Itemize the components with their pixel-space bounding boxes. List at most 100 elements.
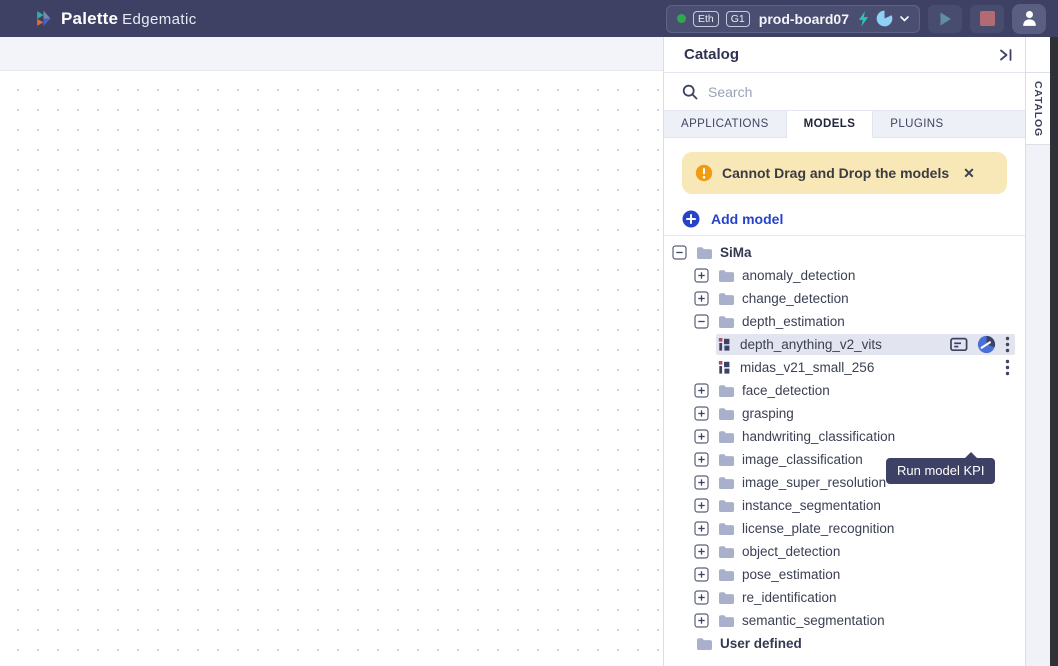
tree-row-content[interactable]: anomaly_detection <box>716 265 1015 286</box>
tree-item-label: change_detection <box>742 291 849 306</box>
tree-item-sima[interactable]: SiMa <box>664 241 1025 264</box>
warning-close-icon[interactable]: ✕ <box>963 165 975 182</box>
kebab-menu-icon[interactable] <box>1005 336 1010 353</box>
tree-item-label: image_super_resolution <box>742 475 886 490</box>
warning-banner: Cannot Drag and Drop the models ✕ <box>682 152 1007 194</box>
brand-suffix: Edgematic <box>122 11 196 28</box>
tree-row-content[interactable]: depth_anything_v2_vits <box>716 334 1015 355</box>
tree-expander[interactable] <box>694 452 709 467</box>
tree-row-content[interactable]: object_detection <box>716 541 1015 562</box>
folder-icon <box>718 499 735 513</box>
device-badge-eth: Eth <box>693 11 719 27</box>
chevron-down-icon[interactable] <box>900 16 909 22</box>
tree-item-object-detection[interactable]: object_detection <box>664 540 1025 563</box>
tree-item-anomaly-detection[interactable]: anomaly_detection <box>664 264 1025 287</box>
expand-plus-icon <box>694 498 709 513</box>
folder-icon <box>696 246 713 260</box>
tree-item-semantic-segmentation[interactable]: semantic_segmentation <box>664 609 1025 632</box>
tree-row-content[interactable]: User defined <box>694 633 1015 654</box>
search-input[interactable] <box>708 84 1007 100</box>
tree-row-content[interactable]: handwriting_classification <box>716 426 1015 447</box>
kebab-menu-icon[interactable] <box>1005 359 1010 376</box>
tree-expander[interactable] <box>694 383 709 398</box>
tree-item-label: handwriting_classification <box>742 429 895 444</box>
model-icon <box>718 337 733 352</box>
catalog-side-tab[interactable]: CATALOG <box>1026 73 1050 145</box>
tree-expander[interactable] <box>694 429 709 444</box>
folder-icon <box>718 568 735 582</box>
catalog-tabs: APPLICATIONS MODELS PLUGINS <box>664 111 1025 138</box>
tree-row-content[interactable]: license_plate_recognition <box>716 518 1015 539</box>
tree-expander[interactable] <box>694 613 709 628</box>
tree-item-label: grasping <box>742 406 794 421</box>
expand-plus-icon <box>694 544 709 559</box>
tree-item-user-defined[interactable]: User defined <box>664 632 1025 655</box>
tree-expander[interactable] <box>694 498 709 513</box>
tree-expander[interactable] <box>694 567 709 582</box>
warning-icon <box>695 164 713 182</box>
tree-expander[interactable] <box>694 521 709 536</box>
app-window: Palette Edgematic Eth G1 prod-board07 <box>0 0 1058 666</box>
user-menu-button[interactable] <box>1012 4 1046 34</box>
tree-item-depth-anything-v2-vits[interactable]: depth_anything_v2_vits <box>664 333 1025 356</box>
tree-item-depth-estimation[interactable]: depth_estimation <box>664 310 1025 333</box>
top-bar: Palette Edgematic Eth G1 prod-board07 <box>0 0 1058 37</box>
lightning-icon <box>858 11 869 27</box>
tab-applications[interactable]: APPLICATIONS <box>664 111 786 137</box>
device-selector[interactable]: Eth G1 prod-board07 <box>666 5 920 33</box>
tree-row-content[interactable]: face_detection <box>716 380 1015 401</box>
tree-item-face-detection[interactable]: face_detection <box>664 379 1025 402</box>
tree-expander[interactable] <box>694 475 709 490</box>
tree-expander[interactable] <box>694 406 709 421</box>
collapse-panel-button[interactable] <box>999 48 1013 62</box>
folder-icon <box>718 591 735 605</box>
canvas-toolbar <box>0 37 663 71</box>
folder-icon <box>696 637 713 651</box>
add-model-label: Add model <box>711 211 783 227</box>
run-kpi-icon[interactable] <box>977 335 996 354</box>
tree-expander[interactable] <box>694 291 709 306</box>
search-bar <box>664 73 1025 111</box>
model-card-icon[interactable] <box>950 337 968 352</box>
tree-item-re-identification[interactable]: re_identification <box>664 586 1025 609</box>
canvas-grid[interactable] <box>0 71 663 666</box>
tree-expander[interactable] <box>694 268 709 283</box>
warning-text: Cannot Drag and Drop the models <box>722 165 949 181</box>
tree-row-content[interactable]: re_identification <box>716 587 1015 608</box>
tree-item-midas-v21-small-256[interactable]: midas_v21_small_256 <box>664 356 1025 379</box>
tree-expander[interactable] <box>672 245 687 260</box>
tree-item-label: image_classification <box>742 452 863 467</box>
tree-item-instance-segmentation[interactable]: instance_segmentation <box>664 494 1025 517</box>
folder-icon <box>718 315 735 329</box>
tree-row-content[interactable]: change_detection <box>716 288 1015 309</box>
folder-icon <box>718 522 735 536</box>
tree-row-content[interactable]: instance_segmentation <box>716 495 1015 516</box>
app-logo: Palette Edgematic <box>34 9 197 29</box>
add-icon <box>682 210 700 228</box>
tree-item-change-detection[interactable]: change_detection <box>664 287 1025 310</box>
device-name: prod-board07 <box>759 11 849 27</box>
expand-plus-icon <box>694 452 709 467</box>
tree-item-pose-estimation[interactable]: pose_estimation <box>664 563 1025 586</box>
tree-expander[interactable] <box>694 544 709 559</box>
stop-button[interactable] <box>970 5 1004 33</box>
tree-row-content[interactable]: midas_v21_small_256 <box>716 357 1015 378</box>
tree-row-content[interactable]: semantic_segmentation <box>716 610 1015 631</box>
tree-item-grasping[interactable]: grasping <box>664 402 1025 425</box>
tree-expander[interactable] <box>694 590 709 605</box>
tree-item-license-plate-recognition[interactable]: license_plate_recognition <box>664 517 1025 540</box>
tree-expander[interactable] <box>694 314 709 329</box>
folder-icon <box>718 545 735 559</box>
tree-row-content[interactable]: depth_estimation <box>716 311 1015 332</box>
add-model-button[interactable]: Add model <box>682 206 1007 232</box>
tree-row-content[interactable]: grasping <box>716 403 1015 424</box>
row-actions <box>950 335 1015 354</box>
tab-plugins[interactable]: PLUGINS <box>873 111 960 137</box>
tree-item-handwriting-classification[interactable]: handwriting_classification <box>664 425 1025 448</box>
tree-item-label: semantic_segmentation <box>742 613 885 628</box>
tab-models[interactable]: MODELS <box>786 111 874 138</box>
catalog-side-tab-label: CATALOG <box>1032 81 1044 137</box>
tree-row-content[interactable]: pose_estimation <box>716 564 1015 585</box>
tree-row-content[interactable]: SiMa <box>694 242 1015 263</box>
run-button[interactable] <box>928 5 962 33</box>
